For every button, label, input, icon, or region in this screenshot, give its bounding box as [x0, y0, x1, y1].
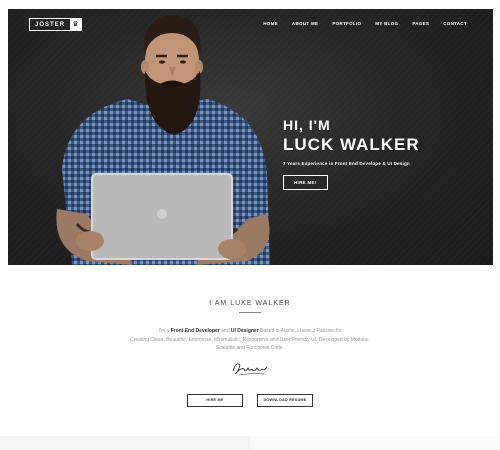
- signature-image: [232, 362, 268, 375]
- hero-text-block: HI, I'M LUCK WALKER 7 Years Experience i…: [283, 117, 420, 190]
- about-line-2: Creating Clean, Beautiful, Enterprise, M…: [130, 336, 370, 343]
- role-ui-designer: UI Designer: [230, 328, 259, 334]
- next-section-left: [0, 436, 250, 450]
- main-nav: HOME ABOUT ME PORTFOLIO MY BLOG PAGES CO…: [263, 21, 467, 26]
- nav-contact[interactable]: CONTACT: [443, 21, 467, 26]
- about-button-row: HIRE ME DOWNLOAD RESUME: [0, 393, 500, 407]
- nav-pages[interactable]: PAGES: [412, 21, 429, 26]
- download-resume-button[interactable]: DOWNLOAD RESUME: [257, 393, 313, 407]
- hire-me-hero-button[interactable]: HIRE ME!: [283, 175, 328, 190]
- intro-and: and: [219, 328, 231, 334]
- hero-name: LUCK WALKER: [283, 135, 420, 154]
- title-divider: [239, 312, 261, 313]
- about-line-1: I'm a Front End Developer and UI Designe…: [0, 327, 500, 336]
- hero-greeting: HI, I'M: [283, 117, 331, 133]
- about-section: I AM LUKE WALKER I'm a Front End Develop…: [0, 300, 500, 407]
- intro-suffix: Based in Austin. I have a Passion for: [258, 328, 342, 334]
- role-front-end: Front End Developer: [170, 328, 220, 334]
- nav-portfolio[interactable]: PORTFOLIO: [332, 21, 361, 26]
- site-logo[interactable]: JOSTER ♛: [29, 18, 83, 31]
- nav-home[interactable]: HOME: [263, 21, 278, 26]
- about-line-3: Scalable and Functional Code.: [215, 345, 285, 351]
- hero-subtitle: 7 Years Experience in Front End Develope…: [283, 161, 410, 166]
- hire-me-button[interactable]: HIRE ME: [187, 393, 243, 407]
- nav-my-blog[interactable]: MY BLOG: [375, 21, 398, 26]
- about-paragraph: I'm a Front End Developer and UI Designe…: [0, 327, 500, 353]
- about-title: I AM LUKE WALKER: [209, 300, 291, 307]
- logo-text: JOSTER: [35, 22, 66, 28]
- hero-portrait-image: [56, 15, 270, 265]
- hero-section: JOSTER ♛ HOME ABOUT ME PORTFOLIO MY BLOG…: [8, 9, 493, 265]
- nav-about-me[interactable]: ABOUT ME: [292, 21, 318, 26]
- next-section-right: [250, 436, 500, 450]
- emblem-icon: ♛: [70, 19, 82, 30]
- intro-prefix: I'm a: [158, 328, 171, 334]
